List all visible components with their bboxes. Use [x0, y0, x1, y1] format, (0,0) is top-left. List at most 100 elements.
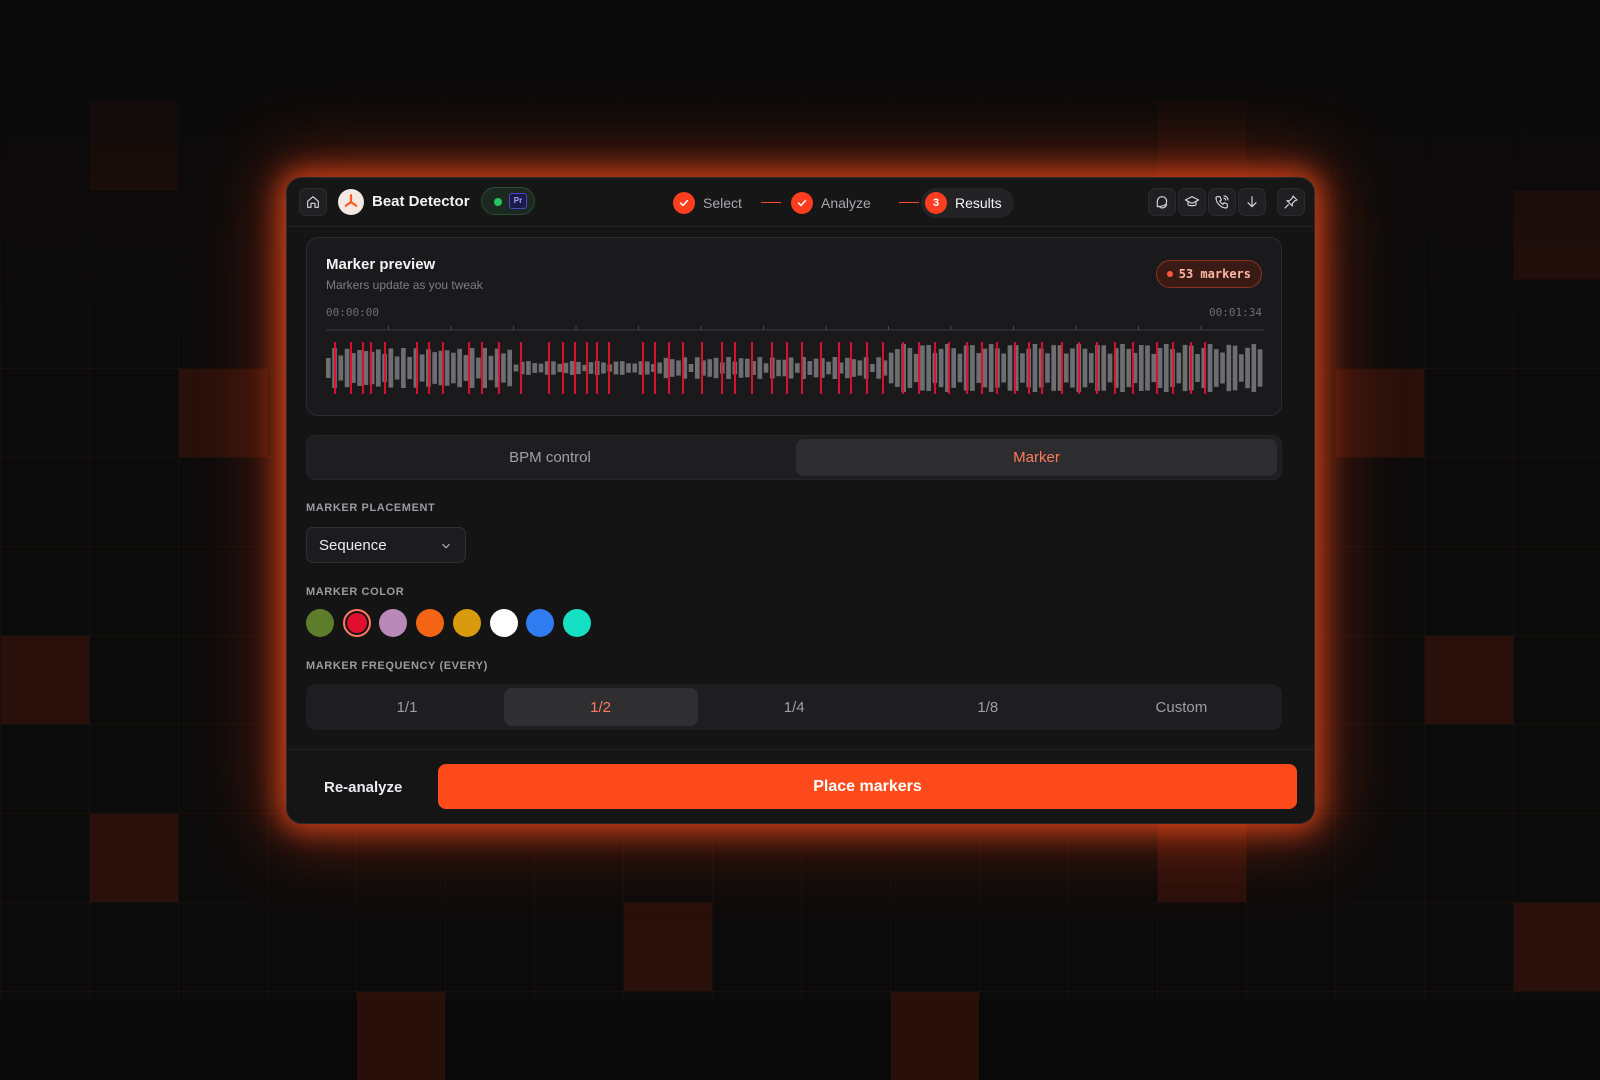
- waveform-bar: [626, 363, 631, 372]
- frequency-option[interactable]: 1/2: [504, 688, 698, 726]
- waveform-timeline[interactable]: [326, 326, 1264, 396]
- beat-marker-line: [820, 342, 822, 394]
- frequency-option[interactable]: 1/1: [310, 688, 504, 726]
- color-swatch-1[interactable]: [306, 609, 334, 637]
- waveform-bar: [589, 362, 594, 374]
- waveform-bar: [1139, 345, 1144, 391]
- color-swatch-3[interactable]: [379, 609, 407, 637]
- beat-marker-line: [548, 342, 550, 394]
- waveform-bar: [539, 364, 544, 373]
- step-analyze[interactable]: Analyze: [791, 188, 871, 218]
- waveform-bar: [501, 353, 506, 382]
- waveform-bar: [470, 348, 475, 388]
- beat-marker-line: [734, 342, 736, 394]
- waveform-bar: [795, 363, 800, 373]
- waveform-bar: [858, 360, 863, 375]
- beat-marker-line: [1061, 342, 1063, 394]
- waveform-bar: [1151, 354, 1156, 382]
- beat-marker-line: [654, 342, 656, 394]
- marker-placement-select[interactable]: Sequence: [306, 527, 466, 563]
- waveform-bar: [1120, 344, 1125, 392]
- beat-marker-line: [771, 342, 773, 394]
- beat-marker-line: [586, 342, 588, 394]
- waveform-bar: [958, 354, 963, 383]
- waveform-bar: [676, 360, 681, 375]
- waveform-bar: [714, 358, 719, 378]
- preview-subtitle: Markers update as you tweak: [326, 278, 483, 292]
- color-swatch-2[interactable]: [343, 609, 371, 637]
- waveform-bar: [707, 359, 712, 377]
- waveform-bar: [983, 349, 988, 388]
- waveform-bar: [557, 364, 562, 372]
- waveform-bar: [1258, 349, 1263, 386]
- mode-tabs: BPM control Marker: [306, 435, 1282, 480]
- frequency-option[interactable]: 1/8: [891, 688, 1085, 726]
- waveform-bar: [401, 348, 406, 388]
- waveform-bar: [1164, 344, 1169, 392]
- pin-window-button[interactable]: [1277, 188, 1305, 216]
- beat-marker-line: [520, 342, 522, 394]
- frequency-option[interactable]: Custom: [1084, 688, 1278, 726]
- beat-marker-line: [682, 342, 684, 394]
- waveform-bar: [889, 353, 894, 384]
- waveform-bar: [432, 352, 437, 384]
- waveform-bar: [489, 356, 494, 380]
- step-select[interactable]: Select: [673, 188, 742, 218]
- beat-marker-line: [1096, 342, 1098, 394]
- waveform-bar: [1020, 353, 1025, 382]
- waveform-bar: [764, 363, 769, 372]
- step-results[interactable]: 3 Results: [921, 188, 1014, 218]
- download-button[interactable]: [1238, 188, 1266, 216]
- waveform-bar: [951, 348, 956, 388]
- color-swatch-6[interactable]: [490, 609, 518, 637]
- beat-marker-line: [608, 342, 610, 394]
- waveform-bar: [689, 364, 694, 372]
- beat-marker-line: [1204, 342, 1206, 394]
- waveform-bar: [507, 350, 512, 386]
- waveform-bar: [514, 365, 519, 372]
- waveform-bar: [1089, 353, 1094, 383]
- beat-marker-line: [1041, 342, 1043, 394]
- feedback-button[interactable]: [1148, 188, 1176, 216]
- beat-marker-line: [428, 342, 430, 394]
- waveform-bar: [395, 357, 400, 380]
- waveform-bar: [695, 357, 700, 378]
- tab-marker[interactable]: Marker: [796, 439, 1277, 476]
- beat-marker-line: [370, 342, 372, 394]
- marker-placement-value: Sequence: [319, 537, 387, 554]
- waveform-bar: [1158, 348, 1163, 388]
- connection-status-dot: [494, 198, 502, 206]
- color-swatch-7[interactable]: [526, 609, 554, 637]
- beat-marker-line: [1190, 342, 1192, 394]
- support-call-button[interactable]: [1208, 188, 1236, 216]
- beat-marker-line: [498, 342, 500, 394]
- beat-marker-line: [384, 342, 386, 394]
- waveform-bar: [389, 348, 394, 387]
- beat-marker-line: [981, 342, 983, 394]
- home-icon: [305, 194, 321, 210]
- re-analyze-button[interactable]: Re-analyze: [324, 779, 402, 796]
- frequency-option[interactable]: 1/4: [697, 688, 891, 726]
- tab-bpm-control[interactable]: BPM control: [310, 439, 790, 476]
- color-swatch-5[interactable]: [453, 609, 481, 637]
- tutorial-button[interactable]: [1178, 188, 1206, 216]
- beat-marker-line: [642, 342, 644, 394]
- waveform-bar: [1108, 354, 1113, 383]
- beat-marker-line: [866, 342, 868, 394]
- color-swatch-4[interactable]: [416, 609, 444, 637]
- waveform-bar: [1145, 345, 1150, 390]
- home-button[interactable]: [299, 188, 327, 216]
- waveform-bar: [476, 358, 481, 379]
- waveform-bar: [451, 353, 456, 384]
- waveform-bar: [726, 357, 731, 379]
- waveform-bar: [976, 353, 981, 383]
- place-markers-button[interactable]: Place markers: [438, 764, 1297, 809]
- beat-marker-line: [948, 342, 950, 394]
- color-swatch-8[interactable]: [563, 609, 591, 637]
- beat-marker-line: [350, 342, 352, 394]
- waveform-bar: [420, 354, 425, 381]
- waveform-bar: [457, 349, 462, 387]
- chat-icon: [1154, 194, 1170, 210]
- waveform-bar: [739, 358, 744, 378]
- marker-placement-label: MARKER PLACEMENT: [306, 502, 435, 514]
